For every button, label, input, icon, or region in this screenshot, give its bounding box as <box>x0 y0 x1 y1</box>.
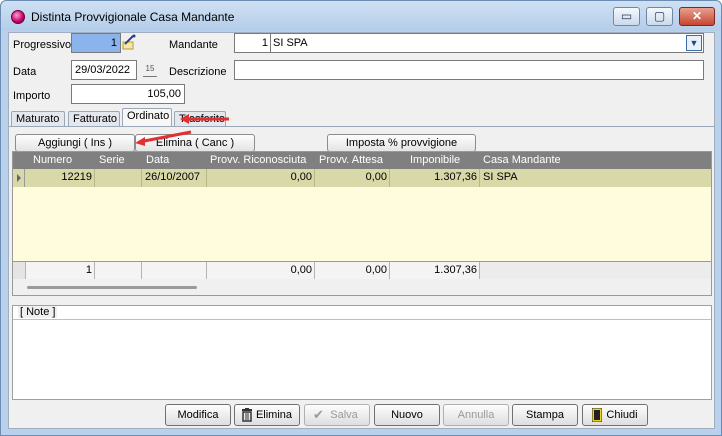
maximize-button[interactable]: ▢ <box>646 7 673 26</box>
aggiungi-button[interactable]: Aggiungi ( Ins ) <box>15 134 135 152</box>
progressivo-field[interactable]: 1 <box>71 33 121 53</box>
total-imponibile: 1.307,36 <box>390 262 480 279</box>
column-header-serie[interactable]: Serie <box>99 152 125 169</box>
chiudi-button[interactable]: Chiudi <box>582 404 648 426</box>
title-bar[interactable]: Distinta Provvigionale Casa Mandante ▭ ▢… <box>1 1 721 31</box>
total-data <box>142 262 207 279</box>
cell-provv-attesa: 0,00 <box>315 169 390 187</box>
nuovo-button[interactable]: Nuovo <box>374 404 440 426</box>
imposta-provvigione-button[interactable]: Imposta % provvigione <box>327 134 476 152</box>
window-title: Distinta Provvigionale Casa Mandante <box>31 10 235 24</box>
exit-door-icon <box>591 407 603 429</box>
importo-field[interactable]: 105,00 <box>71 84 185 104</box>
checkmark-icon: ✔ <box>313 407 324 422</box>
minimize-icon: ▭ <box>620 9 633 23</box>
search-pencil-icon[interactable] <box>122 34 136 50</box>
cell-serie <box>95 169 142 187</box>
descrizione-label: Descrizione <box>169 66 227 78</box>
modifica-button[interactable]: Modifica <box>165 404 231 426</box>
total-provv-riconosciuta: 0,00 <box>207 262 315 279</box>
salva-label: Salva <box>330 409 358 421</box>
column-header-provv-riconosciuta[interactable]: Provv. Riconosciuta <box>210 152 306 169</box>
elimina-button[interactable]: Elimina <box>234 404 300 426</box>
totals-indicator <box>13 262 26 279</box>
elimina-label: Elimina <box>255 409 293 421</box>
notes-textarea[interactable] <box>13 319 711 399</box>
table-row[interactable]: 12219 26/10/2007 0,00 0,00 1.307,36 SI S… <box>13 169 711 187</box>
grid-header: Numero Serie Data Provv. Riconosciuta Pr… <box>13 152 711 169</box>
grid-body: 12219 26/10/2007 0,00 0,00 1.307,36 SI S… <box>13 169 711 261</box>
notes-group: [ Note ] <box>12 305 712 400</box>
mandante-label: Mandante <box>169 39 218 51</box>
data-field[interactable]: 29/03/2022 <box>71 60 137 80</box>
column-header-provv-attesa[interactable]: Provv. Attesa <box>319 152 383 169</box>
mandante-name: SI SPA <box>273 37 308 49</box>
salva-button[interactable]: ✔ Salva <box>304 404 370 426</box>
close-icon: ✕ <box>691 9 703 23</box>
total-serie <box>95 262 142 279</box>
calendar-icon[interactable]: 15 <box>143 62 157 77</box>
chevron-down-icon[interactable]: ▼ <box>686 35 702 51</box>
descrizione-field[interactable] <box>234 60 704 80</box>
annulla-button[interactable]: Annulla <box>443 404 509 426</box>
column-header-data[interactable]: Data <box>146 152 169 169</box>
total-numero: 1 <box>26 262 95 279</box>
chiudi-label: Chiudi <box>606 409 638 421</box>
app-window: Distinta Provvigionale Casa Mandante ▭ ▢… <box>0 0 722 436</box>
form-body: Progressivo 1 Mandante 1 SI SPA ▼ Data 2… <box>8 32 715 429</box>
column-header-imponibile[interactable]: Imponibile <box>410 152 460 169</box>
trash-icon <box>241 408 253 429</box>
tab-ordinato[interactable]: Ordinato <box>122 108 172 127</box>
close-button[interactable]: ✕ <box>679 7 715 26</box>
app-logo-icon <box>11 10 25 24</box>
maximize-icon: ▢ <box>653 9 666 23</box>
importo-label: Importo <box>13 90 51 102</box>
mandante-code: 1 <box>235 34 271 52</box>
tab-trasferito[interactable]: Trasferito <box>174 111 226 127</box>
ordinato-grid[interactable]: Numero Serie Data Provv. Riconosciuta Pr… <box>12 151 712 296</box>
cell-provv-riconosciuta: 0,00 <box>207 169 315 187</box>
stampa-button[interactable]: Stampa <box>512 404 578 426</box>
column-header-casa-mandante[interactable]: Casa Mandante <box>483 152 561 169</box>
total-provv-attesa: 0,00 <box>315 262 390 279</box>
notes-label: [ Note ] <box>18 306 58 318</box>
progressivo-label: Progressivo <box>13 39 72 51</box>
tab-fatturato[interactable]: Fatturato <box>68 111 120 127</box>
row-indicator-icon <box>13 169 25 187</box>
bottom-toolbar: Modifica Elimina ✔ Salva Nuovo Annulla S… <box>9 402 714 429</box>
cell-imponibile: 1.307,36 <box>390 169 480 187</box>
elimina-row-button[interactable]: Elimina ( Canc ) <box>135 134 255 152</box>
column-header-numero[interactable]: Numero <box>33 152 72 169</box>
horizontal-scrollbar[interactable] <box>27 286 197 289</box>
data-label: Data <box>13 66 37 78</box>
cell-casa-mandante: SI SPA <box>483 171 518 183</box>
cell-data: 26/10/2007 <box>142 169 207 187</box>
mandante-select[interactable]: 1 SI SPA ▼ <box>234 33 704 53</box>
minimize-button[interactable]: ▭ <box>613 7 640 26</box>
grid-totals-row: 1 0,00 0,00 1.307,36 <box>13 261 711 279</box>
cell-numero: 12219 <box>26 169 95 187</box>
tab-maturato[interactable]: Maturato <box>11 111 65 127</box>
tab-divider <box>9 126 714 127</box>
